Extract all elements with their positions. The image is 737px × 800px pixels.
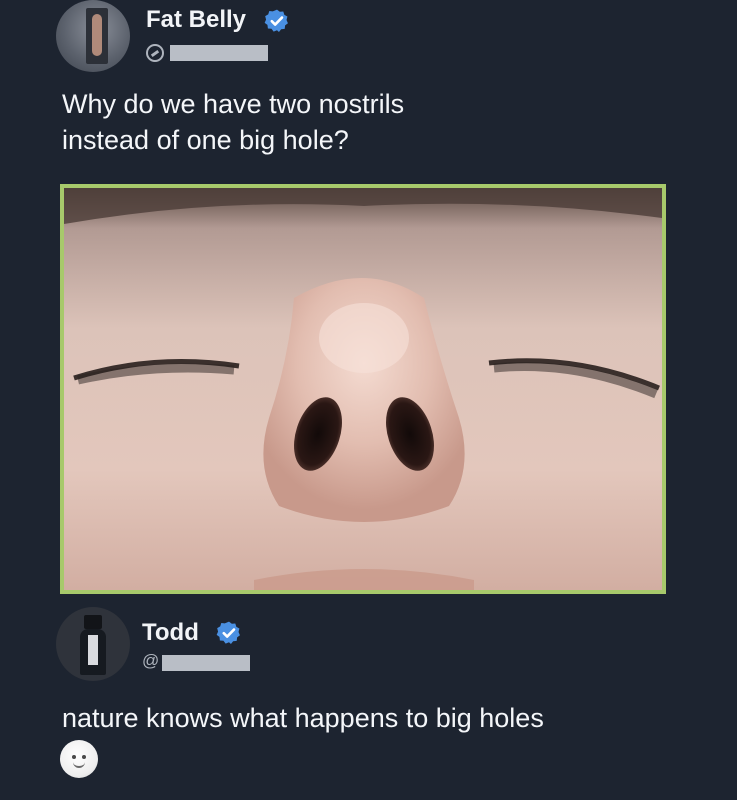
post-photo[interactable]: [60, 184, 666, 594]
author-name[interactable]: Todd: [142, 619, 199, 647]
avatar-hat-shape: [84, 615, 102, 629]
post-text-line-2: instead of one big hole?: [62, 125, 349, 155]
verified-badge-icon: [216, 621, 240, 645]
author-name[interactable]: Fat Belly: [146, 6, 246, 34]
redacted-handle: [162, 655, 250, 671]
redacted-handle: [170, 45, 268, 61]
avatar-fat-belly[interactable]: [56, 0, 130, 72]
emoji-right-eye: [82, 755, 86, 759]
emoji-mouth: [73, 762, 85, 768]
avatar-todd[interactable]: [56, 607, 130, 681]
slightly-smiling-face-icon: [60, 740, 98, 778]
post-text: Why do we have two nostrils instead of o…: [62, 86, 404, 158]
handle-link-icon: [146, 44, 164, 62]
nose-photo-image: [64, 188, 662, 590]
emoji-left-eye: [72, 755, 76, 759]
handle-prefix: @: [142, 651, 160, 670]
post-text-line-1: Why do we have two nostrils: [62, 89, 405, 119]
verified-badge-icon: [264, 9, 288, 33]
avatar-figure-shape: [92, 14, 102, 56]
post-text: nature knows what happens to big holes: [62, 703, 544, 733]
avatar-shirt-shape: [88, 635, 98, 665]
